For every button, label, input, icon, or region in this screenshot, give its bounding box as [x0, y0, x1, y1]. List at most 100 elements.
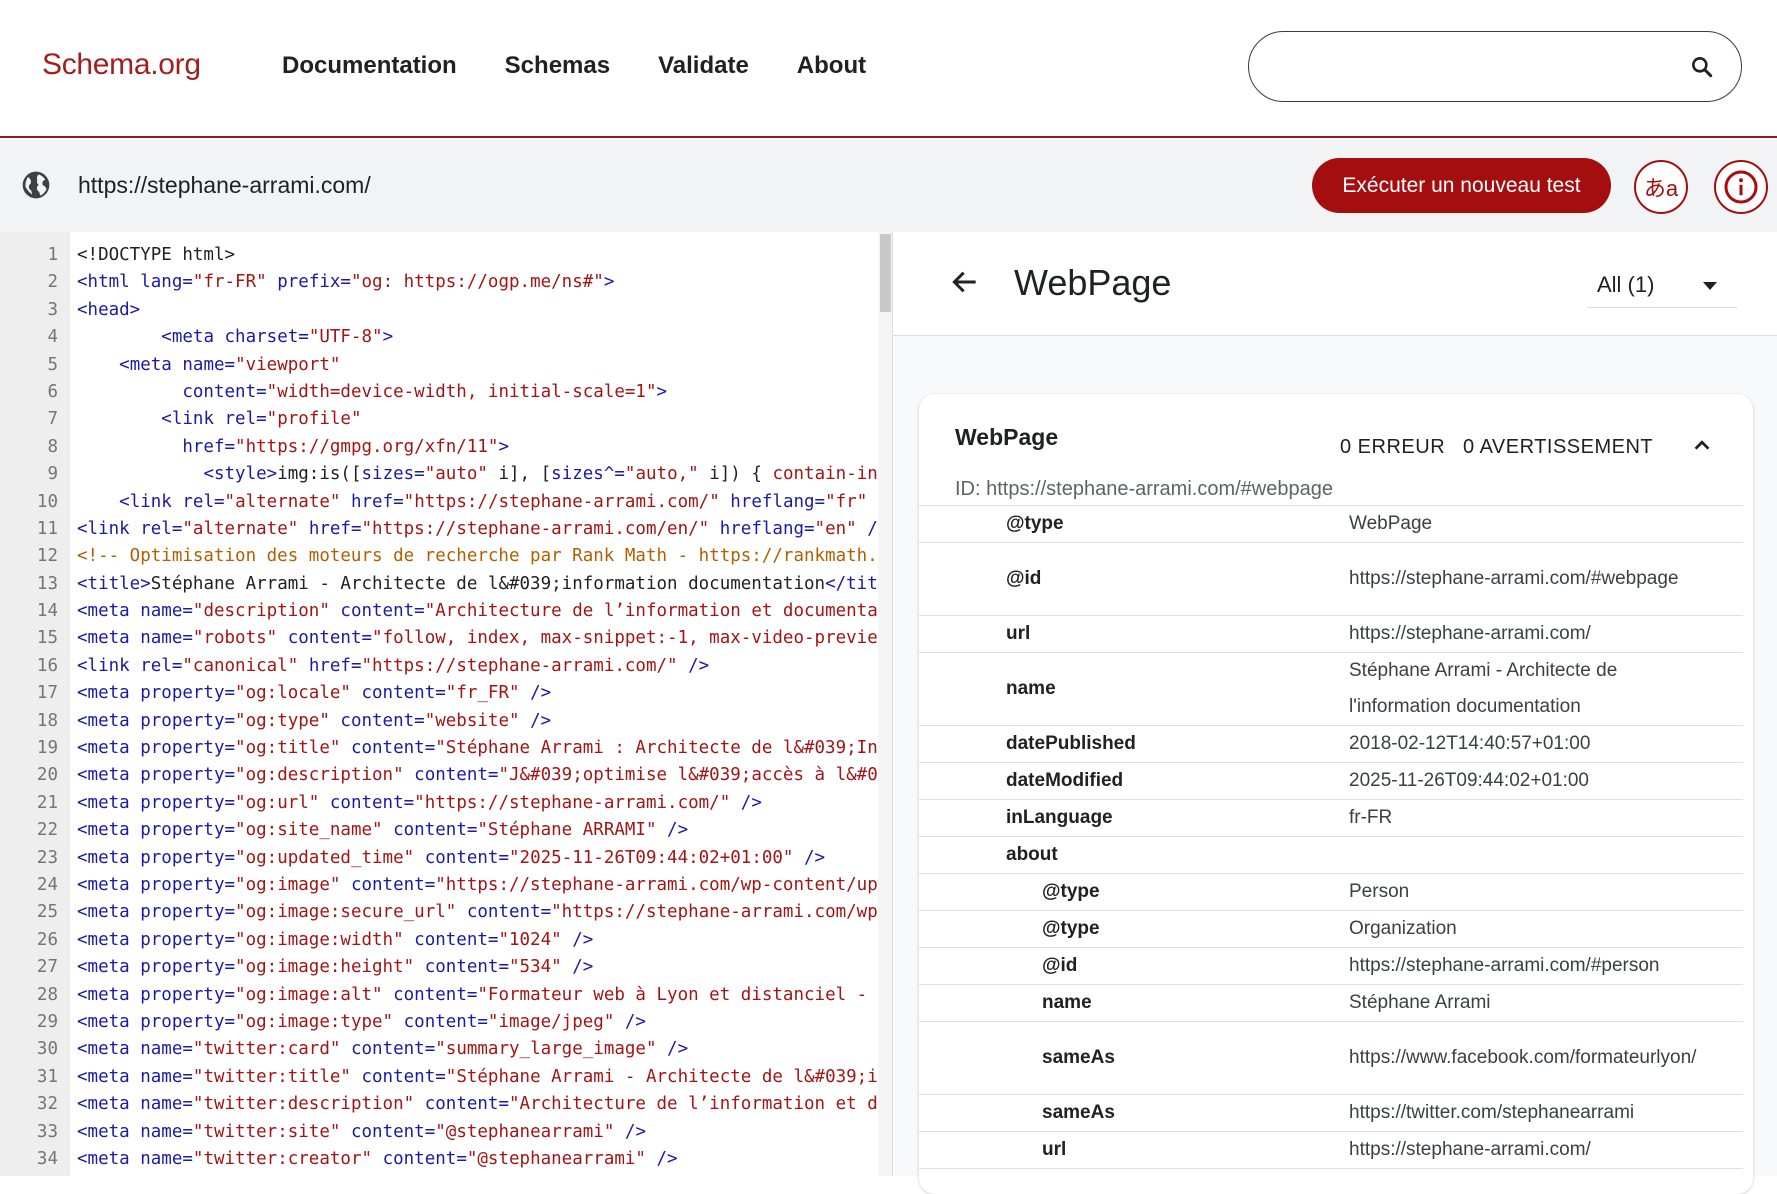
line-number: 12: [36, 546, 58, 567]
code-line: 4 <meta charset="UTF-8">: [0, 324, 878, 351]
code-line: 27 <meta property="og:image:height" conte…: [0, 954, 878, 981]
property-row: @type WebPage: [919, 506, 1743, 543]
code-line: 8 href="https://gmpg.org/xfn/11">: [0, 434, 878, 461]
line-number: 14: [36, 601, 58, 622]
property-row: about: [919, 837, 1743, 874]
property-key: inLanguage: [1006, 807, 1113, 828]
property-key: about: [1006, 844, 1058, 865]
code-line: 7 <link rel="profile": [0, 406, 878, 433]
line-number: 27: [36, 957, 58, 978]
property-value: https://twitter.com/stephanearrami: [1349, 1102, 1635, 1123]
property-value: 2025-11-26T09:44:02+01:00: [1349, 770, 1589, 791]
property-key: name: [1042, 992, 1092, 1013]
source-code-panel[interactable]: 1 <!DOCTYPE html> 2 <html lang="fr-FR" pref…: [0, 232, 893, 1176]
results-header: WebPage All (1): [893, 232, 1777, 336]
code-text: <meta name="twitter:creator" content="@s…: [77, 1148, 678, 1169]
property-value: Person: [1349, 881, 1410, 902]
code-line: 11 <link rel="alternate" href="https://st…: [0, 516, 878, 543]
webpage-card: WebPage 0 ERREUR 0 AVERTISSEMENT ID: htt…: [919, 394, 1753, 1194]
line-number: 11: [36, 518, 58, 539]
property-row: @type Person: [919, 874, 1743, 911]
arrow-back-icon[interactable]: [949, 266, 981, 298]
property-row: sameAs https://twitter.com/stephanearrami: [919, 1095, 1743, 1132]
code-text: <!-- Optimisation des moteurs de recherc…: [77, 546, 878, 567]
code-line: 5 <meta name="viewport": [0, 352, 878, 379]
code-line: 1 <!DOCTYPE html>: [0, 242, 878, 269]
line-number: 10: [36, 491, 58, 512]
property-value: https://stephane-arrami.com/#webpage: [1349, 568, 1679, 589]
code-line: 28 <meta property="og:image:alt" content=…: [0, 982, 878, 1009]
code-text: <link rel="alternate" href="https://step…: [77, 518, 878, 539]
code-text: <meta property="og:image:width" content=…: [77, 929, 594, 950]
info-icon: [1724, 170, 1758, 204]
code-line: 33 <meta name="twitter:site" content="@st…: [0, 1119, 878, 1146]
line-number: 34: [36, 1148, 58, 1169]
code-line: 9 <style>img:is([sizes="auto" i], [sizes…: [0, 461, 878, 488]
language-button[interactable]: あa: [1634, 160, 1688, 214]
property-key: sameAs: [1042, 1102, 1115, 1123]
nav-schemas[interactable]: Schemas: [505, 52, 610, 80]
info-button[interactable]: [1714, 160, 1768, 214]
code-line: 14 <meta name="description" content="Arch…: [0, 598, 878, 625]
property-row: name Stéphane Arrami - Architecte de l'in…: [919, 653, 1743, 726]
results-panel: WebPage All (1) WebPage 0 ERREUR 0 AVERT…: [893, 232, 1777, 1194]
line-number: 6: [47, 381, 58, 402]
line-number: 3: [47, 299, 58, 320]
property-key: dateModified: [1006, 770, 1124, 791]
code-text: <head>: [77, 299, 141, 320]
property-row: name Stéphane Arrami: [919, 985, 1743, 1022]
chevron-up-icon[interactable]: [1691, 434, 1713, 456]
globe-icon: [22, 171, 50, 199]
code-text: <meta name="twitter:description" content…: [77, 1094, 878, 1115]
property-value: Stéphane Arrami - Architecte de l'inform…: [1349, 660, 1618, 717]
code-text: <meta name="twitter:card" content="summa…: [77, 1039, 689, 1060]
line-number: 30: [36, 1039, 58, 1060]
property-value: 2018-02-12T14:40:57+01:00: [1349, 733, 1591, 754]
code-text: <meta property="og:image:type" content="…: [77, 1011, 646, 1032]
type-filter-dropdown[interactable]: All (1): [1587, 256, 1737, 308]
code-text: <meta property="og:image:alt" content="F…: [77, 984, 868, 1005]
line-number: 26: [36, 929, 58, 950]
code-lines: 1 <!DOCTYPE html> 2 <html lang="fr-FR" pref…: [0, 242, 878, 1173]
code-text: <meta property="og:image" content="https…: [77, 874, 878, 895]
code-text: <meta property="og:site_name" content="S…: [77, 820, 689, 841]
nav-validate[interactable]: Validate: [658, 52, 749, 80]
site-logo[interactable]: Schema.org: [42, 48, 201, 82]
code-line: 15 <meta name="robots" content="follow, i…: [0, 625, 878, 652]
nav-about[interactable]: About: [797, 52, 866, 80]
line-number: 15: [36, 628, 58, 649]
code-text: <meta name="twitter:site" content="@step…: [77, 1121, 646, 1142]
search-box[interactable]: [1248, 31, 1742, 102]
property-row: @type Organization: [919, 911, 1743, 948]
line-number: 24: [36, 874, 58, 895]
property-key: @id: [1006, 568, 1042, 589]
property-value: https://www.facebook.com/formateurlyon/: [1349, 1047, 1697, 1068]
code-text: <title>Stéphane Arrami - Architecte de l…: [77, 573, 878, 594]
code-text: <html lang="fr-FR" prefix="og: https://o…: [77, 272, 615, 293]
code-line: 19 <meta property="og:title" content="Sté…: [0, 735, 878, 762]
line-number: 21: [36, 792, 58, 813]
line-number: 8: [47, 436, 58, 457]
property-value: https://stephane-arrami.com/: [1349, 623, 1591, 644]
nav-documentation[interactable]: Documentation: [282, 52, 457, 80]
property-key: sameAs: [1042, 1047, 1115, 1068]
code-line: 24 <meta property="og:image" content="htt…: [0, 872, 878, 899]
tested-url: https://stephane-arrami.com/: [78, 172, 371, 198]
code-line: 3 <head>: [0, 297, 878, 324]
search-icon[interactable]: [1689, 54, 1715, 80]
property-row: sameAs https://www.facebook.com/formateur…: [919, 1022, 1743, 1095]
code-line: 2 <html lang="fr-FR" prefix="og: https://…: [0, 269, 878, 296]
code-scrollbar[interactable]: [878, 232, 892, 1176]
search-input[interactable]: [1277, 50, 1667, 84]
line-number: 31: [36, 1066, 58, 1087]
line-number: 28: [36, 984, 58, 1005]
run-new-test-button[interactable]: Exécuter un nouveau test: [1312, 158, 1611, 213]
top-bar: Schema.org Documentation Schemas Validat…: [0, 0, 1777, 138]
language-icon: あa: [1643, 176, 1679, 201]
code-text: <meta name="description" content="Archit…: [77, 601, 878, 622]
code-text: <meta name="twitter:title" content="Stép…: [77, 1066, 878, 1087]
code-scrollbar-thumb[interactable]: [880, 234, 891, 312]
line-number: 1: [47, 245, 58, 265]
type-filter-value: All (1): [1597, 272, 1655, 297]
code-text: <meta property="og:locale" content="fr_F…: [77, 683, 552, 704]
